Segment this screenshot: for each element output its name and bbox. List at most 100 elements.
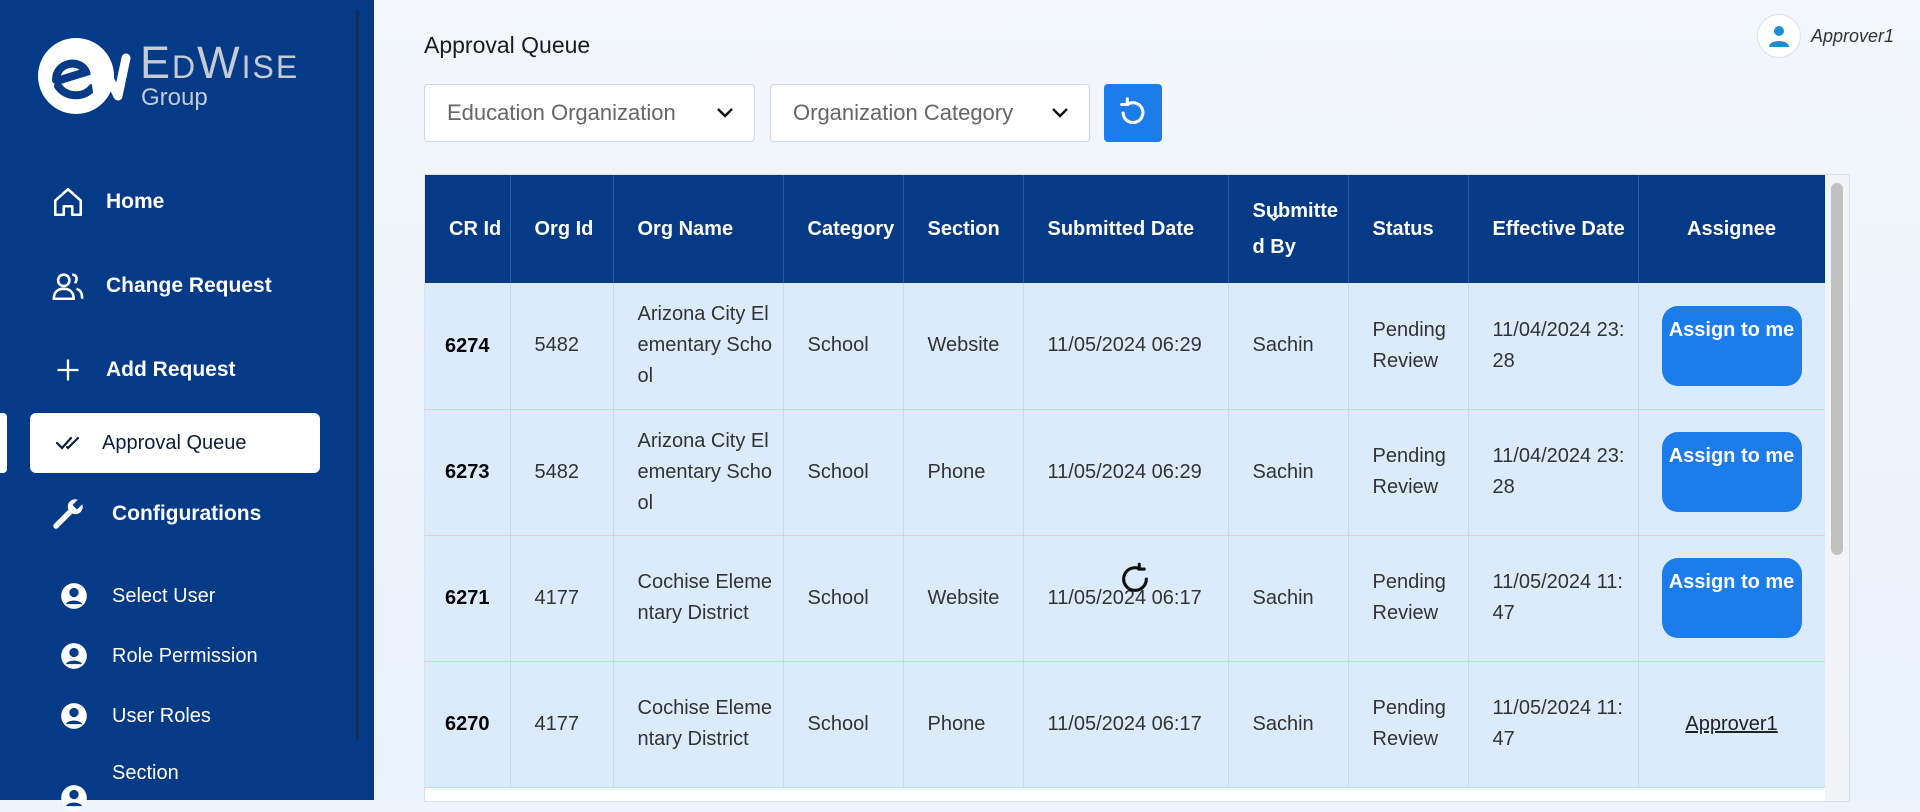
column-header-effective-date[interactable]: Effective Date xyxy=(1468,175,1639,283)
cell-org-id: 5482 xyxy=(510,283,614,410)
sidebar-subitem-label: Role Permission xyxy=(112,644,258,667)
user-circle-icon xyxy=(58,702,90,730)
approval-queue-table: CR Id Org Id Org Name Category Section S… xyxy=(424,174,1850,802)
sidebar-subitem-label: User Roles xyxy=(112,704,211,727)
cell-org-id: 5482 xyxy=(510,409,614,536)
sidebar-subitem-section[interactable]: Section xyxy=(58,762,179,812)
cell-submitted-date: 11/05/2024 06:29 xyxy=(1023,283,1229,410)
chevron-down-icon xyxy=(717,108,733,118)
sidebar-item-add-request[interactable]: Add Request xyxy=(50,352,236,388)
sidebar-item-configurations[interactable]: Configurations xyxy=(50,496,261,532)
active-indicator xyxy=(0,413,7,473)
user-menu[interactable]: Approver1 xyxy=(1756,14,1894,58)
cell-status: Pending Review xyxy=(1348,409,1469,536)
cell-org-name: Arizona City Elementary School xyxy=(613,283,784,410)
avatar[interactable] xyxy=(1756,14,1801,58)
table-header-row: CR Id Org Id Org Name Category Section S… xyxy=(425,175,1826,283)
cell-submitted-date: 11/05/2024 06:29 xyxy=(1023,409,1229,536)
cell-status: Pending Review xyxy=(1348,661,1469,788)
column-header-submitted-by[interactable]: Submitted By xyxy=(1228,175,1349,283)
assign-to-me-button[interactable]: Assign to me xyxy=(1661,432,1802,512)
table-row[interactable]: 6271 4177 Cochise Elementary District Sc… xyxy=(425,535,1826,662)
cell-effective-date: 11/04/2024 23:28 xyxy=(1468,283,1639,410)
column-header-category[interactable]: Category xyxy=(783,175,904,283)
cell-assignee: Assign to me xyxy=(1638,535,1826,662)
column-header-submitted-date[interactable]: Submitted Date xyxy=(1023,175,1229,283)
sidebar-item-label: Approval Queue xyxy=(102,431,247,454)
column-header-cr-id[interactable]: CR Id xyxy=(425,175,511,283)
cell-submitted-by: Sachin xyxy=(1228,283,1349,410)
cell-category: School xyxy=(783,661,904,788)
table-row[interactable]: 6273 5482 Arizona City Elementary School… xyxy=(425,409,1826,536)
cell-category: School xyxy=(783,283,904,410)
plus-icon xyxy=(50,352,86,388)
cell-cr-id: 6274 xyxy=(425,283,511,410)
cell-effective-date: 11/05/2024 11:47 xyxy=(1468,535,1639,662)
users-icon xyxy=(50,268,86,304)
cell-submitted-by: Sachin xyxy=(1228,409,1349,536)
cell-org-name: Cochise Elementary District xyxy=(613,661,784,788)
assign-to-me-button[interactable]: Assign to me xyxy=(1661,558,1802,638)
sidebar-subitem-user-roles[interactable]: User Roles xyxy=(58,702,211,730)
column-header-assignee[interactable]: Assignee xyxy=(1638,175,1826,283)
wrench-icon xyxy=(50,496,86,532)
sort-arrow-icon[interactable] xyxy=(1267,213,1281,223)
table-scroll-thumb[interactable] xyxy=(1831,183,1843,555)
sidebar-item-approval-queue[interactable]: Approval Queue xyxy=(30,413,320,473)
cell-org-name: Cochise Elementary District xyxy=(613,535,784,662)
column-header-org-name[interactable]: Org Name xyxy=(613,175,784,283)
cell-effective-date: 11/04/2024 23:28 xyxy=(1468,409,1639,536)
cell-submitted-date: 11/05/2024 06:17 xyxy=(1023,661,1229,788)
cell-section: Phone xyxy=(903,409,1024,536)
cell-org-name: Arizona City Elementary School xyxy=(613,409,784,536)
brand-name: EdWise xyxy=(140,37,300,88)
sidebar-subitem-select-user[interactable]: Select User xyxy=(58,582,215,610)
select-value: Education Organization xyxy=(447,100,676,125)
cell-cr-id: 6270 xyxy=(425,661,511,788)
organization-category-select[interactable]: Organization Category xyxy=(770,84,1090,142)
column-header-section[interactable]: Section xyxy=(903,175,1024,283)
brand-logo: EdWise Group xyxy=(36,36,326,116)
loading-spinner-icon xyxy=(1122,562,1148,592)
cell-cr-id: 6271 xyxy=(425,535,511,662)
cell-org-id: 4177 xyxy=(510,661,614,788)
assignee-link[interactable]: Approver1 xyxy=(1685,713,1777,735)
sidebar-item-label: Add Request xyxy=(106,358,236,381)
cell-cr-id: 6273 xyxy=(425,409,511,536)
cell-submitted-by: Sachin xyxy=(1228,535,1349,662)
table-row[interactable]: 6274 5482 Arizona City Elementary School… xyxy=(425,283,1826,410)
home-icon xyxy=(50,184,86,220)
cell-section: Website xyxy=(903,283,1024,410)
cell-submitted-date: 11/05/2024 06:17 xyxy=(1023,535,1229,662)
sidebar-item-label: Home xyxy=(106,190,165,213)
column-header-status[interactable]: Status xyxy=(1348,175,1469,283)
select-value: Organization Category xyxy=(793,100,1014,125)
page-title: Approval Queue xyxy=(424,32,591,58)
cell-section: Website xyxy=(903,535,1024,662)
education-organization-select[interactable]: Education Organization xyxy=(424,84,755,142)
user-circle-icon xyxy=(58,582,90,610)
edwise-logo-icon xyxy=(38,38,131,114)
table-scrollbar[interactable] xyxy=(1825,175,1849,801)
sidebar-item-label: Configurations xyxy=(112,502,262,525)
sidebar-subitem-label: Section xyxy=(112,762,179,784)
sidebar-item-change-request[interactable]: Change Request xyxy=(50,268,272,304)
cell-assignee: Assign to me xyxy=(1638,409,1826,536)
double-check-icon xyxy=(56,434,82,452)
cell-section: Phone xyxy=(903,661,1024,788)
sidebar-item-home[interactable]: Home xyxy=(50,184,164,220)
table-row[interactable]: 6270 4177 Cochise Elementary District Sc… xyxy=(425,661,1826,788)
sidebar-subitem-label: Select User xyxy=(112,584,216,607)
cell-status: Pending Review xyxy=(1348,283,1469,410)
sidebar-scrollbar[interactable] xyxy=(356,10,359,740)
cell-status: Pending Review xyxy=(1348,535,1469,662)
sidebar-subitem-role-permission[interactable]: Role Permission xyxy=(58,642,258,670)
cell-org-id: 4177 xyxy=(510,535,614,662)
assign-to-me-button[interactable]: Assign to me xyxy=(1661,305,1802,386)
refresh-button[interactable] xyxy=(1104,84,1162,142)
user-circle-icon xyxy=(58,642,90,670)
column-header-org-id[interactable]: Org Id xyxy=(510,175,614,283)
brand-sub: Group xyxy=(141,84,208,111)
cell-category: School xyxy=(783,535,904,662)
cell-submitted-by: Sachin xyxy=(1228,661,1349,788)
